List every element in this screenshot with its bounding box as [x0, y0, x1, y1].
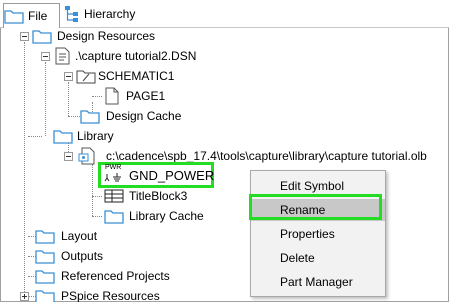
folder-icon [4, 10, 24, 24]
tree-line [68, 82, 69, 116]
collapse-toggle[interactable] [64, 72, 73, 81]
tab-file-label: File [28, 9, 48, 23]
tree-item-library[interactable]: Library [53, 126, 114, 146]
tree-item-label: Library Cache [129, 209, 204, 223]
folder-icon [104, 210, 124, 224]
tree-line [92, 196, 102, 197]
tree-item-dsn-file[interactable]: .\capture tutorial2.DSN [53, 46, 196, 66]
design-file-icon [55, 47, 70, 65]
tree-item-design-cache[interactable]: Design Cache [80, 106, 181, 126]
tree-line [45, 62, 46, 136]
tree-item-library-cache[interactable]: Library Cache [104, 206, 204, 226]
tab-bar: File Hierarchy [0, 0, 449, 28]
collapse-toggle[interactable] [64, 152, 73, 161]
tree-item-outputs[interactable]: Outputs [35, 246, 103, 266]
tree-item-titleblock[interactable]: TitleBlock3 [104, 186, 187, 206]
tab-hierarchy[interactable]: Hierarchy [64, 3, 135, 25]
folder-icon [35, 270, 55, 284]
tree-item-label: PSpice Resources [61, 289, 160, 302]
menu-item-part-manager[interactable]: Part Manager [251, 271, 385, 293]
collapse-toggle[interactable] [20, 32, 29, 41]
library-file-icon [78, 147, 95, 165]
folder-icon [35, 290, 55, 302]
schematic-folder-icon [76, 70, 96, 84]
folder-icon [80, 110, 100, 124]
context-menu: Edit Symbol Rename Properties Delete Par… [250, 170, 386, 297]
tab-file[interactable]: File [3, 3, 60, 28]
tree-item-label: Design Resources [57, 29, 156, 43]
folder-icon [35, 230, 55, 244]
menu-item-properties[interactable]: Properties [251, 223, 385, 245]
tree-item-schematic[interactable]: SCHEMATIC1 [76, 66, 174, 86]
highlight-box [249, 194, 382, 220]
tree-item-layout[interactable]: Layout [35, 226, 97, 246]
tree-line [92, 164, 93, 216]
tree-item-label: Library [77, 129, 114, 143]
tree-item-label: GND_POWER [129, 167, 215, 183]
tree-item-label: Layout [61, 229, 98, 243]
title-block-icon [104, 189, 124, 203]
folder-icon [32, 30, 52, 44]
tree-item-label: Outputs [61, 249, 104, 263]
tree-item-label: PAGE1 [126, 89, 166, 103]
expand-toggle[interactable] [20, 292, 29, 301]
hierarchy-icon [65, 6, 78, 22]
tree-item-label: Design Cache [106, 109, 182, 123]
menu-item-delete[interactable]: Delete [251, 247, 385, 269]
tree-item-gnd-power[interactable]: PWR GND_POWER [104, 164, 215, 185]
collapse-toggle[interactable] [41, 52, 50, 61]
tree-line [28, 136, 42, 137]
power-symbol-icon: PWR [104, 164, 124, 185]
tree-line [24, 42, 25, 300]
tab-hierarchy-label: Hierarchy [84, 7, 136, 21]
tree-item-label: SCHEMATIC1 [98, 69, 175, 83]
tree-item-label: .\capture tutorial2.DSN [75, 49, 197, 63]
tree-line [92, 96, 102, 97]
folder-icon [35, 250, 55, 264]
tree-item-referenced-projects[interactable]: Referenced Projects [35, 266, 170, 286]
tree-item-pspice-resources[interactable]: PSpice Resources [35, 286, 160, 302]
page-icon [105, 87, 119, 105]
tree-item-label: Referenced Projects [61, 269, 170, 283]
tree-item-design-resources[interactable]: Design Resources [32, 26, 155, 46]
tree-item-page[interactable]: PAGE1 [102, 86, 165, 106]
tree-line [92, 216, 102, 217]
tree-item-label: c:\cadence\spb_17.4\tools\capture\librar… [106, 149, 427, 163]
folder-icon [53, 130, 73, 144]
tree-item-label: TitleBlock3 [129, 189, 188, 203]
